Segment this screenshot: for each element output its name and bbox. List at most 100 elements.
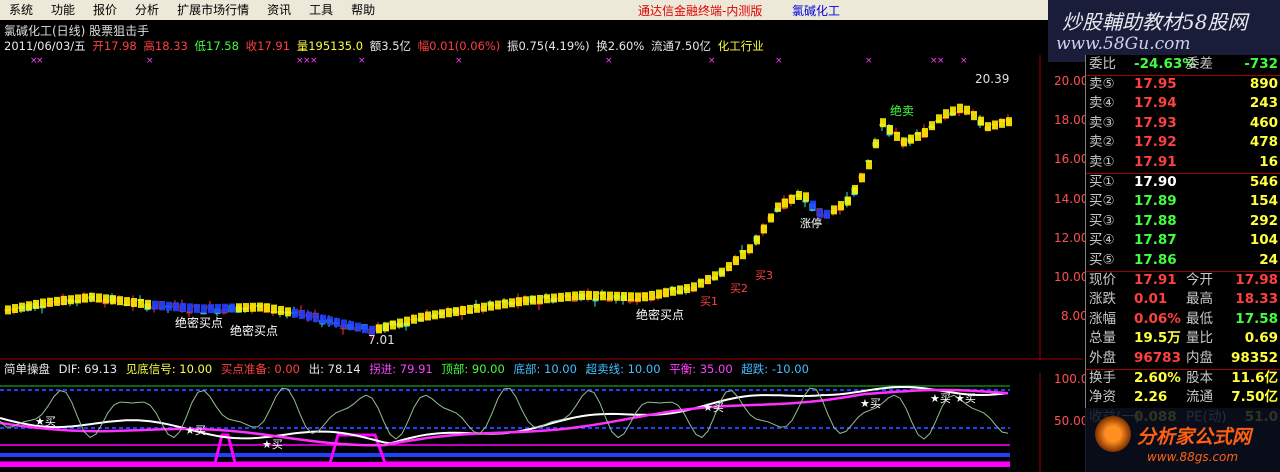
quote-volume: 16	[1259, 154, 1278, 170]
menu-quote[interactable]: 报价	[84, 0, 126, 20]
trend-band	[439, 309, 445, 319]
trend-band	[89, 292, 95, 302]
indicator-line-magenta	[0, 388, 1009, 447]
trend-band	[474, 303, 480, 313]
quote-label: 买①	[1089, 173, 1115, 190]
trend-band	[131, 298, 137, 308]
menu-tools[interactable]: 工具	[300, 0, 342, 20]
trend-band	[404, 316, 410, 326]
trend-band	[187, 303, 193, 313]
trend-band	[523, 296, 529, 306]
menu-function[interactable]: 功能	[42, 0, 84, 20]
trend-band	[425, 311, 431, 321]
quote-price: 17.90	[1134, 173, 1177, 190]
signal-x-marker: ×	[708, 56, 716, 66]
buy-star-label: ★买	[955, 392, 976, 405]
buy-star-label: ★买	[703, 401, 724, 414]
quote-price: 2.26	[1134, 389, 1168, 406]
trend-band	[320, 314, 326, 324]
kline-chart[interactable]: ×× × × × × × × × × × × × × × 20.39 7.01 绝密买点 绝密买点 绝密买…	[0, 55, 1083, 360]
trend-band	[61, 296, 67, 306]
y-tick-20: 20.00	[1054, 74, 1089, 88]
markers: ×× × × × × × × × × × × × × ×	[30, 56, 968, 66]
y-tick-8: 8.00	[1061, 309, 1088, 323]
trend-band	[383, 322, 389, 332]
menu-ext-market[interactable]: 扩展市场行情	[168, 0, 258, 20]
trend-band	[964, 105, 970, 115]
trend-band	[880, 118, 886, 128]
stock-title: 氯碱化工	[792, 3, 841, 18]
quote-volume: 243	[1249, 95, 1278, 112]
buy-star-label: ★买	[35, 415, 56, 428]
menu-analysis[interactable]: 分析	[126, 0, 168, 20]
y-tick-18: 18.00	[1054, 113, 1089, 127]
quote-price: 19.5万	[1134, 330, 1181, 347]
quote-label: 净资	[1089, 389, 1116, 406]
buy-stars: ★买 ★买 ★买 ★买 ★买 ★买 ★买	[35, 392, 976, 451]
trend-band	[432, 310, 438, 320]
trend-band	[558, 292, 564, 302]
trend-band	[12, 304, 18, 314]
trend-band	[859, 173, 865, 183]
info-volume: 量195135.0	[296, 39, 364, 53]
quote-volume: 478	[1249, 134, 1278, 151]
watermark-logo-icon	[1095, 416, 1131, 452]
trend-band	[110, 295, 116, 305]
trend-band	[852, 184, 858, 194]
trend-band	[509, 298, 515, 308]
trend-band	[929, 121, 935, 131]
signal-x-marker: ×	[358, 56, 366, 66]
trend-band	[642, 292, 648, 302]
signal-x-marker: ×	[310, 56, 318, 66]
quote-label: 外盘	[1089, 350, 1116, 366]
y-tick-16: 16.00	[1054, 152, 1089, 166]
menu-system[interactable]: 系统	[0, 0, 42, 20]
trend-band	[733, 256, 739, 266]
quote-row: 涨跌 0.01 最高 18.33	[1086, 290, 1280, 310]
signal-x-marker: ×	[865, 56, 873, 66]
quote-price: 17.87	[1134, 232, 1177, 249]
trend-band	[992, 120, 998, 130]
quote-row: 外盘 96783 内盘 98352	[1086, 349, 1280, 369]
trend-band	[152, 300, 158, 310]
trend-band	[607, 291, 613, 301]
indicator-chart[interactable]: ★买 ★买 ★买 ★买 ★买 ★买 ★买	[0, 373, 1083, 472]
menu-news[interactable]: 资讯	[258, 0, 300, 20]
quote-price: 0.01	[1134, 291, 1168, 308]
quote-price: 17.92	[1134, 134, 1177, 151]
trend-band	[243, 303, 249, 313]
trend-band	[873, 139, 879, 149]
trend-band	[467, 304, 473, 314]
watermark-line1: 分析家公式网	[1137, 426, 1252, 448]
quote-label: 现价	[1089, 271, 1116, 288]
quote-value2: 18.33	[1235, 291, 1278, 308]
low-price-label: 7.01	[368, 333, 395, 347]
trend-band	[453, 307, 459, 317]
signal-jm: 绝卖	[890, 103, 914, 118]
trend-band	[166, 301, 172, 311]
trend-band	[775, 202, 781, 212]
quote-volume: 104	[1249, 232, 1278, 249]
quote-row: 买⑤ 17.86 24	[1086, 251, 1280, 271]
trend-band	[761, 224, 767, 234]
trend-band	[845, 196, 851, 206]
app-title: 通达信金融终端-内测版	[638, 3, 763, 18]
quote-row: 买④ 17.87 104	[1086, 231, 1280, 251]
trend-band	[96, 293, 102, 303]
trend-band	[348, 321, 354, 331]
quote-label2: 股本	[1186, 369, 1213, 386]
trend-band	[922, 128, 928, 138]
trend-band	[670, 286, 676, 296]
quote-price: 17.86	[1134, 252, 1177, 268]
trend-band	[544, 294, 550, 304]
quote-row: 净资 2.26 流通 7.50亿	[1086, 388, 1280, 408]
quote-label2: 最高	[1186, 291, 1213, 308]
trend-band	[418, 312, 424, 322]
signal-buy1: 买1	[700, 295, 718, 308]
trend-band	[789, 194, 795, 204]
buy-star-label: ★买	[185, 424, 206, 437]
menu-help[interactable]: 帮助	[342, 0, 384, 20]
quote-price: 17.95	[1134, 75, 1177, 92]
quote-label: 卖⑤	[1089, 75, 1115, 92]
trend-band	[803, 192, 809, 202]
